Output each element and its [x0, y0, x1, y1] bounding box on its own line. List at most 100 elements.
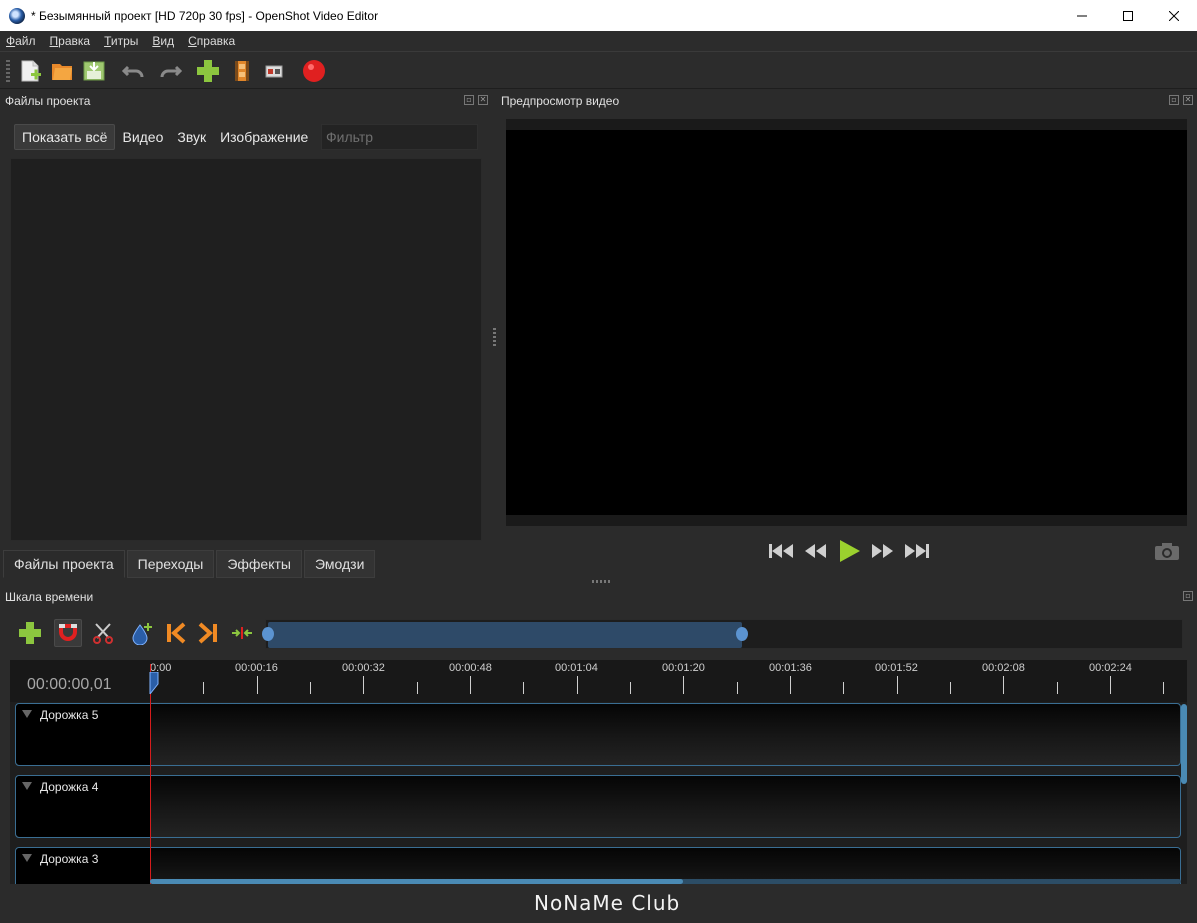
ruler-label: 00:01:36: [769, 662, 812, 674]
zoom-handle-left[interactable]: [262, 627, 274, 641]
minimize-icon: [1077, 15, 1087, 16]
zoom-handle-right[interactable]: [736, 627, 748, 641]
fullscreen-button[interactable]: [260, 57, 288, 85]
menu-help[interactable]: Справка: [188, 34, 235, 48]
jump-start-button[interactable]: [766, 538, 796, 564]
horizontal-splitter-handle[interactable]: [592, 580, 610, 583]
new-project-button[interactable]: [16, 57, 44, 85]
redo-icon: [160, 65, 182, 78]
main-toolbar: [0, 51, 1197, 89]
vertical-splitter-handle[interactable]: [493, 328, 496, 346]
playhead-marker-icon: [149, 671, 159, 696]
project-files-dock-buttons: ▫ ✕: [464, 95, 488, 105]
center-timeline-button[interactable]: [228, 619, 256, 647]
add-marker-icon: [132, 623, 152, 645]
project-files-dock-title: Файлы проекта: [5, 94, 91, 108]
save-project-icon: [83, 61, 105, 81]
playhead-line[interactable]: [150, 664, 151, 884]
tab-effects[interactable]: Эффекты: [216, 550, 302, 578]
track-row[interactable]: Дорожка 5: [15, 703, 1181, 766]
dock-float-button[interactable]: ▫: [1169, 95, 1179, 105]
ruler-label: 00:00:16: [235, 662, 278, 674]
play-icon: [840, 540, 860, 562]
open-project-button[interactable]: [48, 57, 76, 85]
jump-start-icon: [769, 544, 793, 558]
next-marker-button[interactable]: [194, 619, 222, 647]
fast-forward-button[interactable]: [868, 538, 898, 564]
add-track-button[interactable]: [16, 619, 44, 647]
previous-marker-icon: [167, 622, 186, 644]
timeline-ruler[interactable]: 00:00:00,01 0:00 00:00:16 00:00:32 00:00…: [10, 660, 1187, 702]
choose-profile-button[interactable]: [228, 57, 256, 85]
tab-project-files[interactable]: Файлы проекта: [3, 550, 125, 578]
track-collapse-icon[interactable]: [22, 854, 32, 862]
ruler-tick: [843, 682, 844, 694]
track-name: Дорожка 3: [40, 852, 99, 866]
ruler-tick: [737, 682, 738, 694]
filter-show-all[interactable]: Показать всё: [14, 124, 116, 150]
track-name: Дорожка 4: [40, 780, 99, 794]
dock-float-button[interactable]: ▫: [464, 95, 474, 105]
jump-end-icon: [905, 544, 929, 558]
playhead-marker[interactable]: [148, 671, 160, 696]
undo-button[interactable]: [120, 57, 148, 85]
track-header[interactable]: Дорожка 3: [16, 848, 150, 884]
menu-titles[interactable]: Титры: [104, 34, 138, 48]
filter-input[interactable]: [321, 124, 478, 150]
scissors-icon: [93, 623, 113, 644]
filter-audio[interactable]: Звук: [170, 124, 213, 150]
razor-button[interactable]: [89, 619, 117, 647]
center-playhead-icon: [232, 627, 252, 639]
tab-emojis[interactable]: Эмодзи: [303, 550, 376, 578]
track-name: Дорожка 5: [40, 708, 99, 722]
add-marker-button[interactable]: [128, 619, 156, 647]
dock-close-button[interactable]: ✕: [1183, 95, 1193, 105]
export-video-button[interactable]: [300, 57, 328, 85]
rewind-button[interactable]: [800, 538, 830, 564]
window-controls: [1059, 0, 1197, 31]
ruler-label: 00:02:08: [982, 662, 1025, 674]
track-collapse-icon[interactable]: [22, 710, 32, 718]
close-button[interactable]: [1151, 0, 1197, 31]
save-frame-button[interactable]: [1154, 541, 1180, 561]
timeline-tracks[interactable]: Дорожка 5 Дорожка 4 Дорожка 3: [10, 702, 1187, 884]
menu-view[interactable]: Вид: [152, 34, 174, 48]
close-icon: [1169, 10, 1179, 21]
project-files-filter-tabs: Показать всё Видео Звук Изображение: [14, 124, 315, 150]
toolbar-grip[interactable]: [6, 60, 10, 82]
redo-button[interactable]: [156, 57, 184, 85]
ruler-tick: [577, 676, 578, 694]
ruler-tick: [363, 676, 364, 694]
snapping-toggle[interactable]: [54, 619, 82, 647]
new-project-icon: [21, 60, 41, 82]
jump-end-button[interactable]: [902, 538, 932, 564]
timeline-horizontal-scrollbar[interactable]: [150, 879, 1181, 884]
dock-float-button[interactable]: ▫: [1183, 591, 1193, 601]
video-preview-canvas: [506, 119, 1187, 526]
project-files-list[interactable]: [10, 158, 482, 541]
menu-file[interactable]: Файл: [6, 34, 36, 48]
tab-transitions[interactable]: Переходы: [126, 550, 215, 578]
track-header[interactable]: Дорожка 4: [16, 776, 150, 837]
import-files-button[interactable]: [194, 57, 222, 85]
track-header[interactable]: Дорожка 5: [16, 704, 150, 765]
menu-edit[interactable]: Правка: [50, 34, 91, 48]
maximize-button[interactable]: [1105, 0, 1151, 31]
dock-close-button[interactable]: ✕: [478, 95, 488, 105]
minimize-button[interactable]: [1059, 0, 1105, 31]
scrollbar-thumb[interactable]: [150, 879, 683, 884]
window-titlebar: * Безымянный проект [HD 720p 30 fps] - O…: [0, 0, 1197, 31]
zoom-range-bar[interactable]: [268, 622, 742, 648]
filter-image[interactable]: Изображение: [213, 124, 315, 150]
filter-video[interactable]: Видео: [115, 124, 170, 150]
timeline-zoom-slider[interactable]: [262, 619, 1183, 649]
camera-icon: [1155, 543, 1179, 560]
play-button[interactable]: [834, 538, 864, 564]
timeline-dock-title: Шкала времени: [5, 590, 94, 604]
previous-marker-button[interactable]: [162, 619, 190, 647]
track-collapse-icon[interactable]: [22, 782, 32, 790]
save-project-button[interactable]: [80, 57, 108, 85]
ruler-label: 00:02:24: [1089, 662, 1132, 674]
track-row[interactable]: Дорожка 4: [15, 775, 1181, 838]
timeline-vertical-scrollbar[interactable]: [1181, 704, 1187, 784]
